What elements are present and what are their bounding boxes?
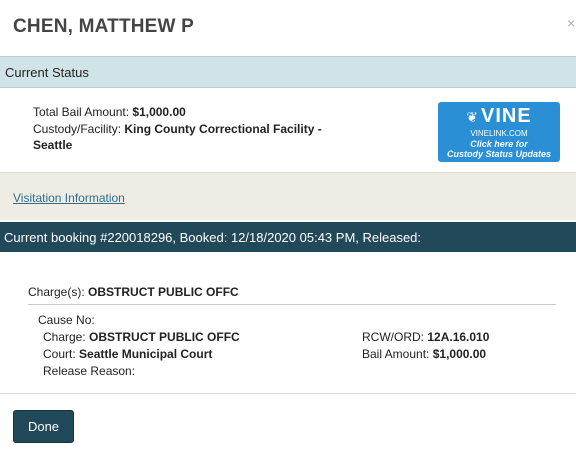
charge-value: OBSTRUCT PUBLIC OFFC: [89, 330, 240, 344]
rcw-value: 12A.16.010: [427, 330, 490, 344]
close-icon[interactable]: ×: [567, 15, 575, 31]
release-reason-label: Release Reason:: [43, 364, 136, 378]
facility-row: Custody/Facility: King County Correction…: [33, 121, 322, 137]
charges-divider: [28, 304, 556, 305]
vine-leaf-icon: ❦: [466, 109, 480, 125]
done-button[interactable]: Done: [13, 410, 74, 443]
total-bail-value: $1,000.00: [132, 105, 186, 119]
rcw-row: RCW/ORD: 12A.16.010: [362, 329, 489, 345]
court-value: Seattle Municipal Court: [79, 347, 213, 361]
vine-custody-updates-button[interactable]: ❦ VINE VINELINK.COM Click here for Custod…: [438, 102, 560, 162]
vine-logo: ❦ VINE: [466, 105, 532, 127]
vine-line2: Custody Status Updates: [446, 149, 551, 159]
charges-section: Charge(s): OBSTRUCT PUBLIC OFFC Cause No…: [0, 252, 576, 394]
charge-bail-row: Bail Amount: $1,000.00: [362, 346, 486, 362]
cause-no-label: Cause No:: [38, 313, 95, 327]
charges-summary: Charge(s): OBSTRUCT PUBLIC OFFC: [28, 285, 239, 299]
vine-line1: Click here for: [470, 139, 528, 149]
charge-row: Charge: OBSTRUCT PUBLIC OFFC: [43, 329, 240, 345]
total-bail-row: Total Bail Amount: $1,000.00: [33, 104, 186, 120]
inmate-name-title: CHEN, MATTHEW P: [13, 16, 195, 37]
facility-row-continued: Seattle: [33, 137, 72, 153]
current-status-header: Current Status: [0, 56, 576, 88]
facility-value-line1: King County Correctional Facility -: [124, 122, 322, 136]
charges-label: Charge(s):: [28, 285, 85, 299]
release-reason-row: Release Reason:: [43, 363, 135, 379]
charge-label: Charge:: [43, 330, 86, 344]
booking-header-text: Current booking #220018296, Booked: 12/1…: [4, 230, 422, 245]
facility-label: Custody/Facility:: [33, 122, 122, 136]
court-row: Court: Seattle Municipal Court: [43, 346, 212, 362]
total-bail-label: Total Bail Amount:: [33, 105, 130, 119]
current-status-heading: Current Status: [5, 65, 89, 80]
facility-value-line2: Seattle: [33, 138, 73, 152]
charges-value: OBSTRUCT PUBLIC OFFC: [88, 285, 239, 299]
court-label: Court:: [43, 347, 76, 361]
rcw-label: RCW/ORD:: [362, 330, 424, 344]
dialog-header: CHEN, MATTHEW P ×: [0, 0, 576, 56]
vine-url: VINELINK.COM: [470, 129, 528, 138]
booking-header: Current booking #220018296, Booked: 12/1…: [0, 222, 576, 252]
charge-bail-label: Bail Amount:: [362, 347, 430, 361]
visitation-section: Visitation Information: [0, 172, 576, 220]
cause-no-row: Cause No:: [38, 312, 95, 328]
charge-bail-value: $1,000.00: [432, 347, 487, 361]
visitation-information-link[interactable]: Visitation Information: [13, 191, 125, 205]
